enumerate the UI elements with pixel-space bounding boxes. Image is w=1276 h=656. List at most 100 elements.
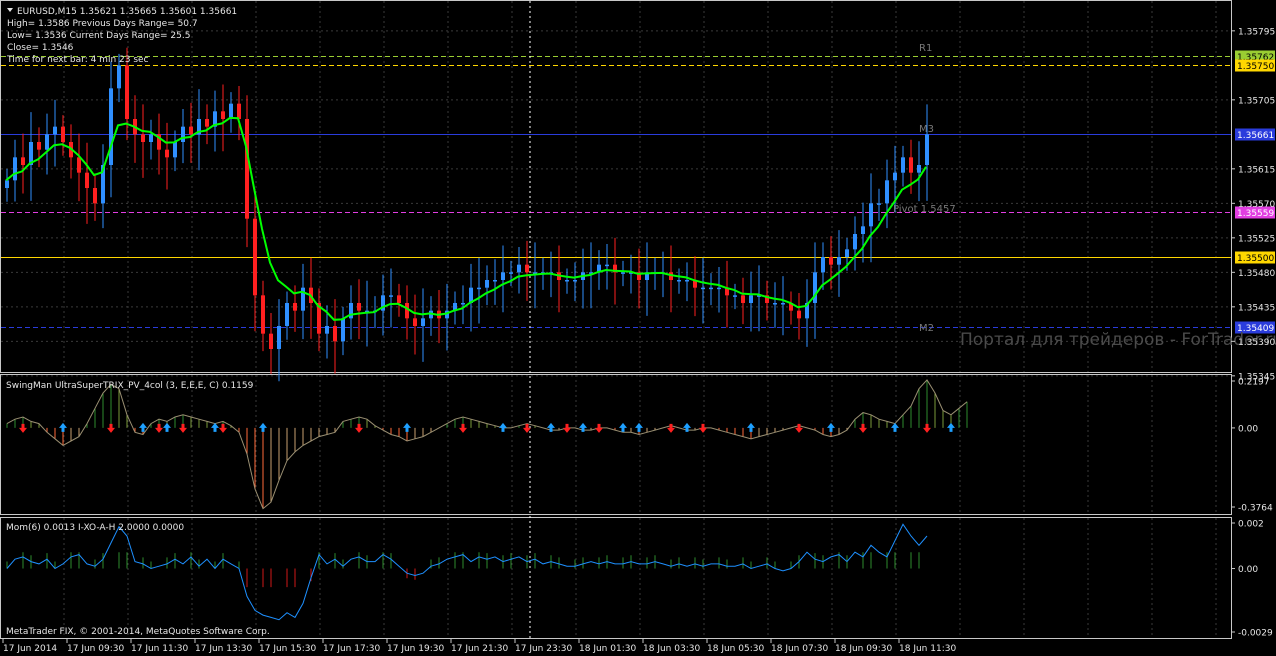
candle-bull — [717, 287, 721, 290]
candle-bull — [621, 272, 625, 274]
candle-bear — [357, 303, 361, 311]
candle-bear — [165, 149, 169, 158]
candle-bull — [701, 287, 705, 290]
copyright: MetaTrader FIX, © 2001-2014, MetaQuotes … — [6, 627, 270, 637]
m2-label: M2 — [919, 323, 934, 334]
time-label: 17 Jun 11:30 — [131, 644, 188, 654]
candle-bear — [413, 318, 417, 326]
candle-bull — [877, 203, 881, 205]
candle-bull — [893, 172, 897, 181]
candle-bull — [461, 303, 465, 305]
candle-bear — [405, 303, 409, 319]
candle-bull — [869, 203, 873, 227]
candle-bull — [421, 318, 425, 326]
candle-bear — [797, 310, 801, 319]
axis-label: 0.00 — [1238, 565, 1258, 575]
candle-bull — [605, 264, 609, 267]
candle-bear — [741, 295, 745, 303]
candle-bear — [37, 142, 41, 150]
candle-bull — [229, 103, 233, 119]
candle-bull — [277, 326, 281, 349]
time-label: 18 Jun 05:30 — [707, 644, 764, 654]
time-label: 17 Jun 21:30 — [451, 644, 508, 654]
candle-bear — [293, 303, 297, 311]
candle-bull — [501, 272, 505, 280]
candle-bull — [573, 280, 577, 282]
candle-bear — [189, 126, 193, 135]
candle-bull — [117, 65, 121, 89]
chart-window[interactable]: 1.357621.357501.356611.355591.355001.354… — [0, 0, 1276, 656]
candle-bull — [845, 249, 849, 257]
level-tag-text: 1.35661 — [1237, 131, 1274, 141]
time-label: 18 Jun 11:30 — [899, 644, 956, 654]
candle-bear — [333, 326, 337, 342]
candle-bull — [781, 303, 785, 305]
candle-bull — [285, 303, 289, 326]
candle-bull — [493, 280, 497, 282]
candle-bear — [237, 103, 241, 119]
candle-bear — [85, 172, 89, 188]
candle-bear — [253, 218, 257, 296]
candle-bull — [109, 88, 113, 165]
candle-bear — [261, 295, 265, 334]
candle-bull — [733, 295, 737, 297]
time-label: 17 Jun 09:30 — [67, 644, 124, 654]
candle-bull — [861, 226, 865, 234]
candle-bull — [53, 126, 57, 135]
candle-bull — [853, 234, 857, 250]
candle-bull — [837, 257, 841, 265]
candle-bull — [749, 295, 753, 303]
axis-label: -0.0029 — [1238, 629, 1273, 639]
axis-label: 1.35480 — [1238, 269, 1275, 279]
candle-bear — [909, 157, 913, 173]
time-label: 17 Jun 17:30 — [323, 644, 380, 654]
candle-bear — [125, 65, 129, 119]
axis-label: 1.35705 — [1238, 96, 1275, 106]
candle-bull — [181, 126, 185, 142]
candle-bull — [885, 180, 889, 204]
time-label: 17 Jun 15:30 — [259, 644, 316, 654]
candle-bull — [13, 157, 17, 181]
candle-bull — [485, 280, 489, 288]
time-label: 17 Jun 13:30 — [195, 644, 252, 654]
info-high: High= 1.3586 Previous Days Range= 50.7 — [7, 19, 198, 29]
time-label: 18 Jun 07:30 — [771, 644, 828, 654]
candle-bear — [141, 134, 145, 142]
candle-bull — [5, 180, 9, 188]
candle-bull — [901, 157, 905, 173]
watermark: Портал для трейдеров - ForTrader.ru — [960, 330, 1276, 350]
candle-bear — [525, 264, 529, 273]
time-label: 17 Jun 23:30 — [515, 644, 572, 654]
axis-label: 0.00 — [1238, 424, 1258, 434]
info-next-bar: Time for next bar: 4 min 23 sec — [6, 55, 149, 65]
candle-bull — [173, 142, 177, 158]
r1-label: R1 — [919, 43, 932, 54]
candle-bear — [77, 157, 81, 173]
axis-label: 1.35615 — [1238, 165, 1275, 175]
axis-label: 0.002 — [1238, 520, 1264, 530]
axis-label: 1.35570 — [1238, 200, 1275, 210]
candle-bear — [61, 126, 65, 142]
candle-bear — [829, 257, 833, 265]
time-label: 18 Jun 03:30 — [643, 644, 700, 654]
candle-bull — [565, 280, 569, 282]
candle-bull — [477, 287, 481, 290]
m3-label: M3 — [919, 124, 934, 135]
candle-bear — [269, 333, 273, 349]
axis-label: 0.2197 — [1238, 378, 1270, 388]
candle-bear — [21, 157, 25, 165]
symbol-header: EURUSD,M15 1.35621 1.35665 1.35601 1.356… — [17, 7, 237, 17]
candle-bull — [709, 287, 713, 290]
axis-label: 1.35525 — [1238, 234, 1275, 244]
candle-bull — [389, 295, 393, 297]
pivot-label: Pivot 1.5457 — [893, 204, 956, 215]
candle-bull — [821, 257, 825, 273]
axis-label: 1.35795 — [1238, 27, 1275, 37]
candle-bear — [221, 111, 225, 119]
candle-bull — [925, 134, 929, 165]
level-tag-text: 1.35559 — [1237, 209, 1274, 219]
trix-header: SwingMan UltraSuperTRIX_PV_4col (3, E,E,… — [6, 381, 254, 391]
candle-bear — [93, 188, 97, 204]
info-close: Close= 1.3546 — [7, 43, 74, 53]
info-low: Low= 1.3536 Current Days Range= 25.5 — [7, 31, 190, 41]
